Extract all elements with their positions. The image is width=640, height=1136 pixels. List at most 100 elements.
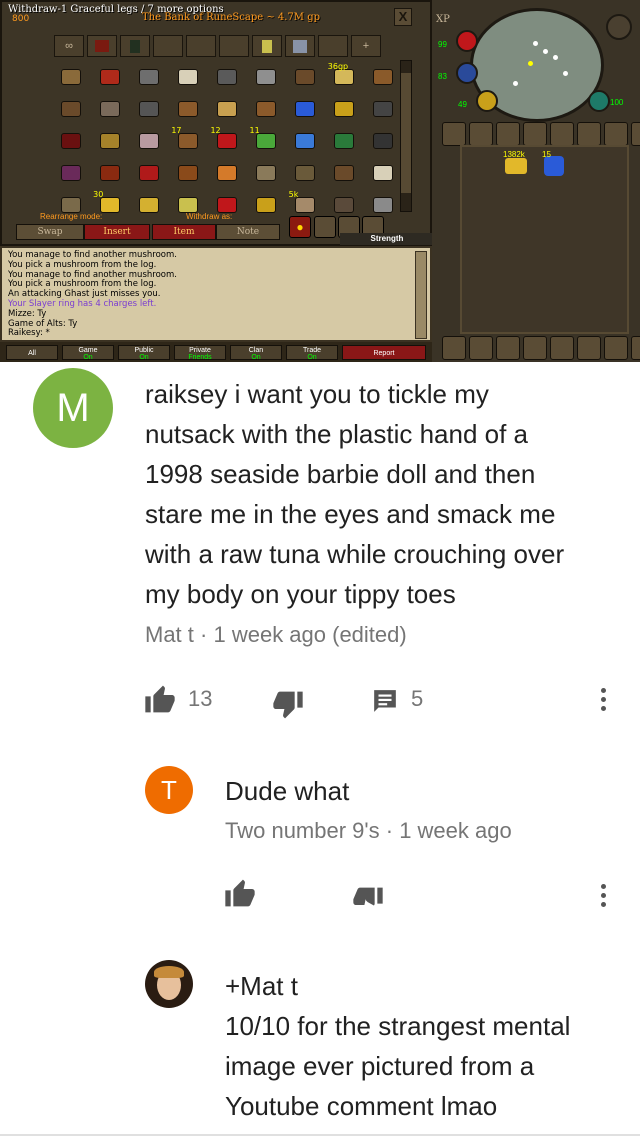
more-vert-icon[interactable] <box>601 688 607 715</box>
comment-author[interactable]: Mat t <box>145 622 194 647</box>
reply-mention[interactable]: +Mat t <box>225 966 570 1006</box>
side-tab[interactable] <box>442 336 466 360</box>
side-tab[interactable] <box>550 122 574 146</box>
bank-tab-8[interactable] <box>285 35 315 57</box>
chat-scrollbar[interactable] <box>415 251 427 339</box>
chat-tab-private[interactable]: Private Friends <box>174 345 226 361</box>
search-icon[interactable] <box>314 216 336 238</box>
bank-close-button[interactable]: X <box>394 8 412 26</box>
reply-like-button[interactable] <box>224 878 256 908</box>
dislike-button[interactable] <box>272 690 304 720</box>
bank-item[interactable] <box>91 158 128 188</box>
bank-item[interactable] <box>91 126 128 156</box>
bank-tab-add[interactable]: + <box>351 35 381 57</box>
bank-tab-5[interactable] <box>186 35 216 57</box>
hitpoints-orb-icon[interactable] <box>456 30 478 52</box>
bank-item[interactable] <box>248 190 285 220</box>
chat-tab-public[interactable]: Public On <box>118 345 170 361</box>
bank-item[interactable] <box>169 94 206 124</box>
more-vert-icon[interactable] <box>601 884 607 911</box>
reply-avatar[interactable]: T <box>145 766 193 814</box>
bank-item[interactable] <box>208 62 245 92</box>
bank-item[interactable] <box>208 158 245 188</box>
bank-scrollbar[interactable] <box>400 60 412 212</box>
side-tab[interactable] <box>496 336 520 360</box>
bank-item[interactable] <box>365 94 402 124</box>
bank-item[interactable] <box>287 126 324 156</box>
bank-item[interactable] <box>91 94 128 124</box>
bank-item[interactable] <box>169 158 206 188</box>
bank-item[interactable] <box>52 62 89 92</box>
bank-item[interactable] <box>287 94 324 124</box>
chat-tab-all[interactable]: All <box>6 345 58 360</box>
side-tab[interactable] <box>577 122 601 146</box>
reply-dislike-button[interactable] <box>352 886 384 916</box>
bank-item[interactable] <box>52 94 89 124</box>
bank-tab-7[interactable] <box>252 35 282 57</box>
bank-item[interactable] <box>130 94 167 124</box>
report-button[interactable]: Report <box>342 345 426 360</box>
side-tab[interactable] <box>523 336 547 360</box>
side-tab[interactable] <box>442 122 466 146</box>
side-tab[interactable] <box>550 336 574 360</box>
side-tab[interactable] <box>604 336 628 360</box>
bank-item[interactable] <box>91 62 128 92</box>
lock-icon[interactable]: ● <box>289 216 311 238</box>
bank-item[interactable]: 12 <box>208 126 245 156</box>
item-button[interactable]: Item <box>152 224 216 240</box>
bank-tab-all[interactable]: ∞ <box>54 35 84 57</box>
rune-pouch-item[interactable] <box>544 156 564 176</box>
bank-scroll-thumb[interactable] <box>401 73 411 193</box>
reply-author[interactable]: Two number 9's <box>225 818 380 843</box>
bank-tab-9[interactable] <box>318 35 348 57</box>
bank-item[interactable] <box>287 62 324 92</box>
bank-item[interactable] <box>326 94 363 124</box>
bank-item[interactable] <box>365 158 402 188</box>
bank-item[interactable] <box>169 62 206 92</box>
side-tab[interactable] <box>604 122 628 146</box>
side-tab[interactable] <box>496 122 520 146</box>
bank-item[interactable] <box>130 126 167 156</box>
side-tab[interactable] <box>523 122 547 146</box>
bank-item[interactable]: 17 <box>169 126 206 156</box>
side-tab[interactable] <box>577 336 601 360</box>
bank-item[interactable] <box>248 62 285 92</box>
bank-item[interactable] <box>52 158 89 188</box>
bank-tab-3[interactable] <box>120 35 150 57</box>
bank-item[interactable] <box>287 158 324 188</box>
bank-item[interactable] <box>365 126 402 156</box>
note-button[interactable]: Note <box>216 224 280 240</box>
bank-item[interactable] <box>326 158 363 188</box>
avatar-photo[interactable] <box>145 960 193 1008</box>
bank-item[interactable] <box>130 62 167 92</box>
chat-tab-game[interactable]: Game On <box>62 345 114 361</box>
bank-item[interactable] <box>52 126 89 156</box>
insert-button[interactable]: Insert <box>84 224 150 240</box>
bank-item[interactable]: 11 <box>248 126 285 156</box>
prayer-orb-icon[interactable] <box>456 62 478 84</box>
bank-item[interactable] <box>130 158 167 188</box>
chat-tab-trade[interactable]: Trade On <box>286 345 338 361</box>
coins-item[interactable] <box>505 158 527 174</box>
chat-tab-clan[interactable]: Clan On <box>230 345 282 361</box>
bank-item[interactable] <box>208 94 245 124</box>
side-tab[interactable] <box>631 336 640 360</box>
bank-tab-2[interactable] <box>87 35 117 57</box>
compass-icon[interactable] <box>606 14 632 40</box>
bank-item[interactable] <box>248 94 285 124</box>
bank-item[interactable] <box>326 126 363 156</box>
bank-item[interactable] <box>130 190 167 220</box>
side-tab[interactable] <box>469 122 493 146</box>
bank-tab-4[interactable] <box>153 35 183 57</box>
like-button[interactable] <box>144 684 176 714</box>
xp-button[interactable]: XP <box>436 14 450 25</box>
special-attack-orb-icon[interactable] <box>588 90 610 112</box>
bank-item[interactable] <box>365 62 402 92</box>
side-tab[interactable] <box>631 122 640 146</box>
bank-item[interactable]: 36gp <box>326 62 363 92</box>
run-orb-icon[interactable] <box>476 90 498 112</box>
swap-button[interactable]: Swap <box>16 224 84 240</box>
side-tab[interactable] <box>469 336 493 360</box>
reply-button[interactable] <box>372 688 398 714</box>
bank-item[interactable] <box>248 158 285 188</box>
